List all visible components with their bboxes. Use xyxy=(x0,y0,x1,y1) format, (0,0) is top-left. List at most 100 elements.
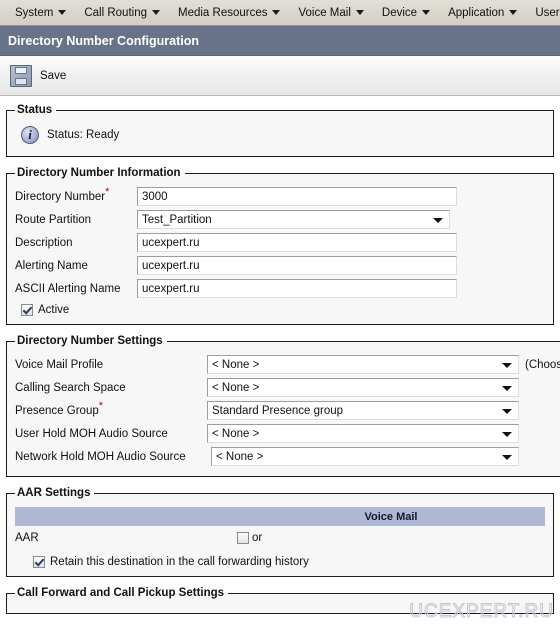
info-icon: i xyxy=(21,126,39,144)
aar-voice-mail-cell: or xyxy=(237,526,545,550)
chevron-down-icon xyxy=(272,10,281,15)
calling-search-space-label: Calling Search Space xyxy=(15,381,126,394)
aar-table-header-row: Voice Mail xyxy=(15,507,545,526)
page-title-bar: Directory Number Configuration xyxy=(0,26,560,56)
aar-table-header-voice-mail: Voice Mail xyxy=(237,507,545,526)
active-checkbox-row[interactable]: Active xyxy=(15,300,545,316)
menu-item-media-resources[interactable]: Media Resources xyxy=(169,4,289,22)
active-checkbox[interactable] xyxy=(21,304,33,316)
aar-settings-legend: AAR Settings xyxy=(17,487,91,499)
directory-number-information-section: Directory Number Information Directory N… xyxy=(6,167,554,325)
aar-row-label: AAR xyxy=(15,532,39,544)
chevron-down-icon xyxy=(502,454,512,460)
app-window: System Call Routing Media Resources Voic… xyxy=(0,0,560,625)
user-hold-moh-select[interactable]: < None > xyxy=(207,424,519,443)
network-hold-moh-value: < None > xyxy=(216,450,264,463)
save-floppy-icon xyxy=(10,64,32,87)
menu-item-user-management[interactable]: User Management xyxy=(526,4,560,22)
network-hold-moh-select[interactable]: < None > xyxy=(211,447,519,466)
table-row: AAR or xyxy=(15,526,545,550)
directory-number-label: Directory Number* xyxy=(15,185,110,203)
chevron-down-icon xyxy=(433,217,443,223)
network-hold-moh-label: Network Hold MOH Audio Source xyxy=(15,450,186,463)
alerting-name-label: Alerting Name xyxy=(15,259,88,272)
aar-table: Voice Mail AAR or xyxy=(15,507,545,550)
status-section: Status i Status: Ready xyxy=(6,104,554,157)
route-partition-row: Route Partition Test_Partition xyxy=(15,208,545,231)
menu-item-device[interactable]: Device xyxy=(373,4,439,22)
status-message: Status: Ready xyxy=(47,129,120,141)
route-partition-label: Route Partition xyxy=(15,213,92,226)
directory-number-row: Directory Number* xyxy=(15,185,545,208)
chevron-down-icon xyxy=(355,10,364,15)
menu-item-application[interactable]: Application xyxy=(439,4,526,22)
description-row: Description xyxy=(15,231,545,254)
chevron-down-icon xyxy=(422,10,431,15)
retain-destination-checkbox[interactable] xyxy=(33,556,45,568)
calling-search-space-row: Calling Search Space < None > xyxy=(15,376,560,399)
user-hold-moh-value: < None > xyxy=(212,427,260,440)
aar-voice-mail-checkbox[interactable] xyxy=(237,532,249,544)
required-asterisk: * xyxy=(105,185,110,198)
presence-group-label: Presence Group* xyxy=(15,399,104,417)
main-menu-bar: System Call Routing Media Resources Voic… xyxy=(0,0,560,26)
presence-group-value: Standard Presence group xyxy=(212,404,344,417)
call-forward-pickup-section: Call Forward and Call Pickup Settings xyxy=(6,587,554,614)
menu-item-label: Media Resources xyxy=(178,6,268,19)
route-partition-select[interactable]: Test_Partition xyxy=(137,210,450,229)
voice-mail-profile-row: Voice Mail Profile < None > (Choose xyxy=(15,353,560,376)
alerting-name-row: Alerting Name xyxy=(15,254,545,277)
required-asterisk: * xyxy=(98,399,104,412)
aar-settings-section: AAR Settings Voice Mail AAR or Retain th… xyxy=(6,487,554,577)
route-partition-value: Test_Partition xyxy=(142,213,212,226)
chevron-down-icon xyxy=(502,362,512,368)
user-hold-moh-row: User Hold MOH Audio Source < None > xyxy=(15,422,560,445)
calling-search-space-select[interactable]: < None > xyxy=(207,378,519,397)
aar-voice-mail-control: or xyxy=(237,532,545,544)
active-checkbox-label: Active xyxy=(38,304,70,316)
voice-mail-profile-select[interactable]: < None > xyxy=(207,355,519,374)
voice-mail-profile-value: < None > xyxy=(212,358,260,371)
status-row: i Status: Ready xyxy=(15,122,545,150)
retain-destination-label: Retain this destination in the call forw… xyxy=(50,556,309,568)
ascii-alerting-name-input[interactable] xyxy=(137,279,457,298)
save-button[interactable]: Save xyxy=(10,64,67,87)
toolbar: Save xyxy=(0,56,560,96)
description-input[interactable] xyxy=(137,233,457,252)
directory-number-input[interactable] xyxy=(137,187,457,206)
menu-item-label: Device xyxy=(381,6,418,19)
ascii-alerting-name-row: ASCII Alerting Name xyxy=(15,277,545,300)
menu-item-call-routing[interactable]: Call Routing xyxy=(75,4,169,22)
directory-number-settings-section: Directory Number Settings Voice Mail Pro… xyxy=(6,335,560,477)
ascii-alerting-name-label: ASCII Alerting Name xyxy=(15,282,121,295)
status-section-legend: Status xyxy=(17,104,53,116)
save-button-label: Save xyxy=(40,69,67,82)
alerting-name-input[interactable] xyxy=(137,256,457,275)
page-content: Status i Status: Ready Directory Number … xyxy=(0,96,560,614)
menu-item-label: System xyxy=(15,6,54,19)
voice-mail-profile-hint: (Choose xyxy=(525,358,560,371)
voice-mail-profile-label: Voice Mail Profile xyxy=(15,358,104,371)
calling-search-space-value: < None > xyxy=(212,381,260,394)
menu-item-label: Voice Mail xyxy=(298,6,351,19)
retain-destination-row[interactable]: Retain this destination in the call forw… xyxy=(15,550,545,568)
menu-item-label: User Management xyxy=(535,6,560,19)
call-forward-pickup-legend: Call Forward and Call Pickup Settings xyxy=(17,587,225,599)
chevron-down-icon xyxy=(58,10,67,15)
user-hold-moh-label: User Hold MOH Audio Source xyxy=(15,427,168,440)
dn-settings-legend: Directory Number Settings xyxy=(17,335,163,347)
network-hold-moh-row: Network Hold MOH Audio Source < None > xyxy=(15,445,560,468)
presence-group-row: Presence Group* Standard Presence group xyxy=(15,399,560,422)
dn-information-legend: Directory Number Information xyxy=(17,167,181,179)
menu-item-system[interactable]: System xyxy=(6,4,75,22)
chevron-down-icon xyxy=(502,385,512,391)
presence-group-select[interactable]: Standard Presence group xyxy=(207,401,519,420)
aar-table-header-blank xyxy=(15,507,237,526)
menu-item-label: Application xyxy=(448,6,505,19)
chevron-down-icon xyxy=(152,10,160,15)
chevron-down-icon xyxy=(502,431,512,437)
menu-item-voice-mail[interactable]: Voice Mail xyxy=(289,4,372,22)
page-title: Directory Number Configuration xyxy=(8,33,199,48)
chevron-down-icon xyxy=(509,10,518,15)
description-label: Description xyxy=(15,236,73,249)
